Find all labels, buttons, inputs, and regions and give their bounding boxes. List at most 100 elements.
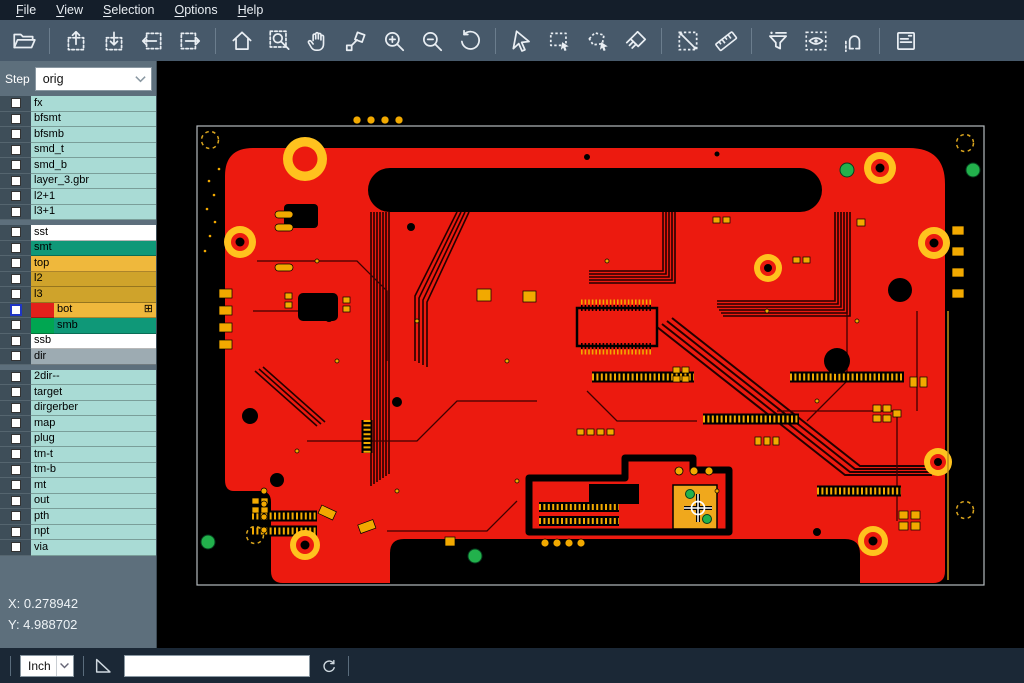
layer-row-l2+1[interactable]: l2+1 [0,189,156,205]
layer-checkbox[interactable] [11,449,21,459]
menu-view[interactable]: View [46,1,93,20]
layer-checkbox[interactable] [11,207,21,217]
layer-row-via[interactable]: via [0,540,156,556]
layer-label[interactable]: fx [31,96,156,112]
zoom-in-button[interactable] [376,24,411,58]
zoom-out-button[interactable] [414,24,449,58]
layer-row-l3+1[interactable]: l3+1 [0,205,156,221]
layer-checkbox[interactable] [11,98,21,108]
layer-visibility-cell[interactable] [0,463,31,479]
layer-visibility-cell[interactable] [0,143,31,159]
layer-row-l2[interactable]: l2 [0,272,156,288]
zoom-window-button[interactable] [262,24,297,58]
layer-visibility-cell[interactable] [0,525,31,541]
layer-label[interactable]: dirgerber [31,401,156,417]
layer-label[interactable]: map [31,416,156,432]
layer-label[interactable]: top [31,256,156,272]
send-left-button[interactable] [134,24,169,58]
layer-checkbox[interactable] [11,289,21,299]
layer-row-smt[interactable]: smt [0,241,156,257]
layer-checkbox[interactable] [11,160,21,170]
layer-visibility-cell[interactable] [0,509,31,525]
layer-visibility-cell[interactable] [0,127,31,143]
layer-label[interactable]: out [31,494,156,510]
layer-visibility-cell[interactable] [0,303,31,319]
layer-checkbox[interactable] [11,274,21,284]
layer-checkbox[interactable] [11,527,21,537]
units-select[interactable]: Inch [20,655,74,677]
send-down-button[interactable] [96,24,131,58]
layer-label[interactable]: smb [54,318,156,334]
layer-label[interactable]: via [31,540,156,556]
layer-visibility-cell[interactable] [0,334,31,350]
layer-row-dir[interactable]: dir [0,349,156,365]
step-select[interactable]: orig [35,67,152,91]
send-right-button[interactable] [172,24,207,58]
menu-options[interactable]: Options [164,1,227,20]
layer-checkbox[interactable] [11,336,21,346]
layer-checkbox[interactable] [11,542,21,552]
report-panel-button[interactable] [888,24,923,58]
layer-label[interactable]: bot⊞ [54,303,156,319]
layer-row-bfsmt[interactable]: bfsmt [0,112,156,128]
send-up-button[interactable] [58,24,93,58]
layer-label[interactable]: dir [31,349,156,365]
clean-brush-button[interactable] [618,24,653,58]
layer-checkbox[interactable] [11,351,21,361]
layer-checkbox[interactable] [11,227,21,237]
layer-visibility-cell[interactable] [0,416,31,432]
layer-checkbox[interactable] [11,403,21,413]
layer-checkbox[interactable] [11,434,21,444]
layer-label[interactable]: bfsmt [31,112,156,128]
layer-label[interactable]: smd_t [31,143,156,159]
pan-hand-button[interactable] [300,24,335,58]
grid-icon[interactable]: ⊞ [144,304,153,315]
layer-row-bfsmb[interactable]: bfsmb [0,127,156,143]
pcb-canvas[interactable] [157,61,1024,648]
layer-label[interactable]: smd_b [31,158,156,174]
layer-visibility-cell[interactable] [0,401,31,417]
layer-row-target[interactable]: target [0,385,156,401]
layer-visibility-cell[interactable] [0,225,31,241]
ruler-button[interactable] [708,24,743,58]
layer-label[interactable]: smt [31,241,156,257]
layer-row-top[interactable]: top [0,256,156,272]
menu-help[interactable]: Help [228,1,274,20]
select-polygon-button[interactable] [580,24,615,58]
layer-visibility-cell[interactable] [0,494,31,510]
layer-checkbox[interactable] [11,511,21,521]
layer-label[interactable]: mt [31,478,156,494]
layer-checkbox[interactable] [11,320,21,330]
layer-label[interactable]: tm-t [31,447,156,463]
layer-visibility-cell[interactable] [0,318,31,334]
layer-visibility-cell[interactable] [0,158,31,174]
layer-label[interactable]: l2 [31,272,156,288]
layer-checkbox[interactable] [11,387,21,397]
layer-row-smd_t[interactable]: smd_t [0,143,156,159]
layer-row-dirgerber[interactable]: dirgerber [0,401,156,417]
layer-label[interactable]: ssb [31,334,156,350]
layer-row-smb[interactable]: smb [0,318,156,334]
select-arrow-button[interactable] [504,24,539,58]
layer-label[interactable]: 2dir-- [31,370,156,386]
layer-row-layer_3.gbr[interactable]: layer_3.gbr [0,174,156,190]
layer-row-tm-b[interactable]: tm-b [0,463,156,479]
layer-row-bot[interactable]: bot⊞ [0,303,156,319]
layer-visibility-cell[interactable] [0,447,31,463]
layer-row-npt[interactable]: npt [0,525,156,541]
show-eye-button[interactable] [798,24,833,58]
layer-visibility-cell[interactable] [0,349,31,365]
layer-checkbox[interactable] [11,114,21,124]
layer-visibility-cell[interactable] [0,287,31,303]
layer-visibility-cell[interactable] [0,478,31,494]
diagonal-measure-button[interactable] [670,24,705,58]
layer-label[interactable]: target [31,385,156,401]
filter-funnel-button[interactable] [760,24,795,58]
layer-row-map[interactable]: map [0,416,156,432]
snap-magnet-button[interactable] [836,24,871,58]
layer-checkbox[interactable] [11,191,21,201]
home-view-button[interactable] [224,24,259,58]
open-folder-button[interactable] [6,24,41,58]
layer-visibility-cell[interactable] [0,241,31,257]
layer-row-tm-t[interactable]: tm-t [0,447,156,463]
